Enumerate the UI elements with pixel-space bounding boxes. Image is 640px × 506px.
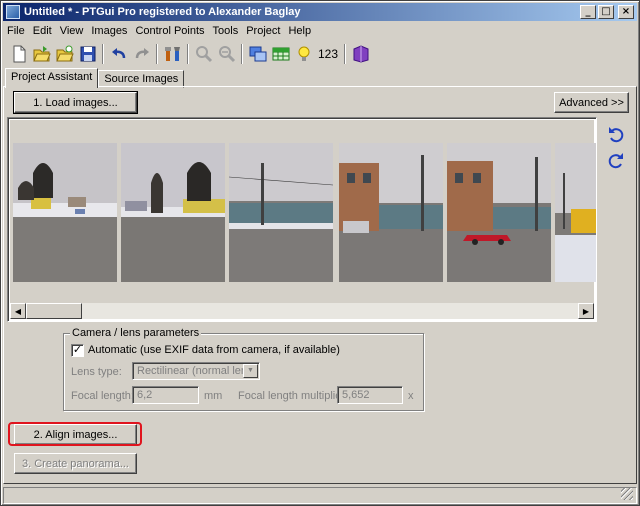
toolbar-separator [156, 43, 158, 64]
bulb-icon[interactable] [292, 42, 315, 65]
open-project-icon[interactable] [30, 42, 53, 65]
open-recent-icon[interactable] [53, 42, 76, 65]
menu-bar: File Edit View Images Control Points Too… [3, 22, 637, 39]
automatic-checkbox[interactable]: ✓ [71, 344, 84, 357]
focal-length-unit: mm [204, 390, 223, 402]
focal-length-field[interactable]: 6,2 [132, 386, 199, 404]
menu-project[interactable]: Project [242, 25, 284, 37]
tools-icon[interactable] [161, 42, 184, 65]
tab-project-assistant[interactable]: Project Assistant [5, 68, 99, 88]
menu-edit[interactable]: Edit [29, 25, 56, 37]
redo-icon[interactable] [130, 42, 153, 65]
image-strip: ◀ ▶ [7, 117, 597, 322]
lens-type-value: Rectilinear (normal lens) [137, 365, 257, 377]
maximize-button[interactable]: □ [598, 5, 614, 19]
thumbnail-4[interactable] [339, 143, 443, 282]
new-project-icon[interactable] [7, 42, 30, 65]
close-button[interactable]: × [618, 5, 634, 19]
toolbar-separator [344, 43, 346, 64]
minimize-button[interactable]: _ [580, 5, 596, 19]
menu-view[interactable]: View [56, 25, 88, 37]
horizontal-scrollbar[interactable]: ◀ ▶ [10, 303, 594, 319]
scroll-thumb[interactable] [26, 303, 82, 319]
lens-type-label: Lens type: [71, 366, 122, 378]
menu-images[interactable]: Images [87, 25, 131, 37]
thumbnail-3[interactable] [229, 143, 333, 282]
help-book-icon[interactable] [349, 42, 372, 65]
rotate-right-icon[interactable] [607, 151, 625, 169]
undo-icon[interactable] [107, 42, 130, 65]
toolbar: 123 [3, 40, 637, 67]
toolbar-separator [102, 43, 104, 64]
thumbnail-6[interactable] [555, 143, 596, 282]
align-button-highlight-ring [8, 422, 142, 446]
advanced-button[interactable]: Advanced >> [554, 92, 629, 113]
app-icon[interactable] [6, 5, 20, 19]
focal-length-label: Focal length: [71, 390, 134, 402]
title-bar[interactable]: Untitled * - PTGui Pro registered to Ale… [3, 3, 637, 21]
window-title: Untitled * - PTGui Pro registered to Ale… [24, 6, 301, 18]
thumbnail-1[interactable] [13, 143, 117, 282]
scroll-track[interactable] [26, 303, 578, 319]
tab-strip: Project Assistant Source Images [5, 68, 185, 88]
numbering-icon[interactable]: 123 [315, 47, 341, 61]
chevron-down-icon[interactable]: ▼ [243, 364, 258, 378]
menu-control-points[interactable]: Control Points [131, 25, 208, 37]
multiplier-field[interactable]: 5,652 [337, 386, 403, 404]
status-bar [3, 487, 637, 504]
camera-lens-group-title: Camera / lens parameters [70, 327, 202, 339]
zoom-in-icon[interactable] [192, 42, 215, 65]
multiplier-unit: x [408, 390, 414, 402]
rotate-left-icon[interactable] [607, 125, 625, 143]
lens-type-select[interactable]: Rectilinear (normal lens) ▼ [132, 362, 260, 380]
multiplier-label: Focal length multiplier: [238, 390, 349, 402]
toolbar-separator [241, 43, 243, 64]
thumbnail-2[interactable] [121, 143, 225, 282]
create-panorama-button[interactable]: 3. Create panorama... [14, 453, 137, 474]
menu-help[interactable]: Help [284, 25, 315, 37]
load-images-button[interactable]: 1. Load images... [13, 91, 138, 114]
menu-tools[interactable]: Tools [209, 25, 243, 37]
app-window: Untitled * - PTGui Pro registered to Ale… [0, 0, 640, 506]
scroll-left-icon[interactable]: ◀ [10, 303, 26, 319]
resize-grip-icon[interactable] [621, 488, 633, 500]
toolbar-separator [187, 43, 189, 64]
save-icon[interactable] [76, 42, 99, 65]
table-icon[interactable] [269, 42, 292, 65]
zoom-out-icon[interactable] [215, 42, 238, 65]
menu-file[interactable]: File [3, 25, 29, 37]
thumbnail-5[interactable] [447, 143, 551, 282]
automatic-label: Automatic (use EXIF data from camera, if… [88, 344, 340, 356]
panorama-editor-icon[interactable] [246, 42, 269, 65]
scroll-right-icon[interactable]: ▶ [578, 303, 594, 319]
